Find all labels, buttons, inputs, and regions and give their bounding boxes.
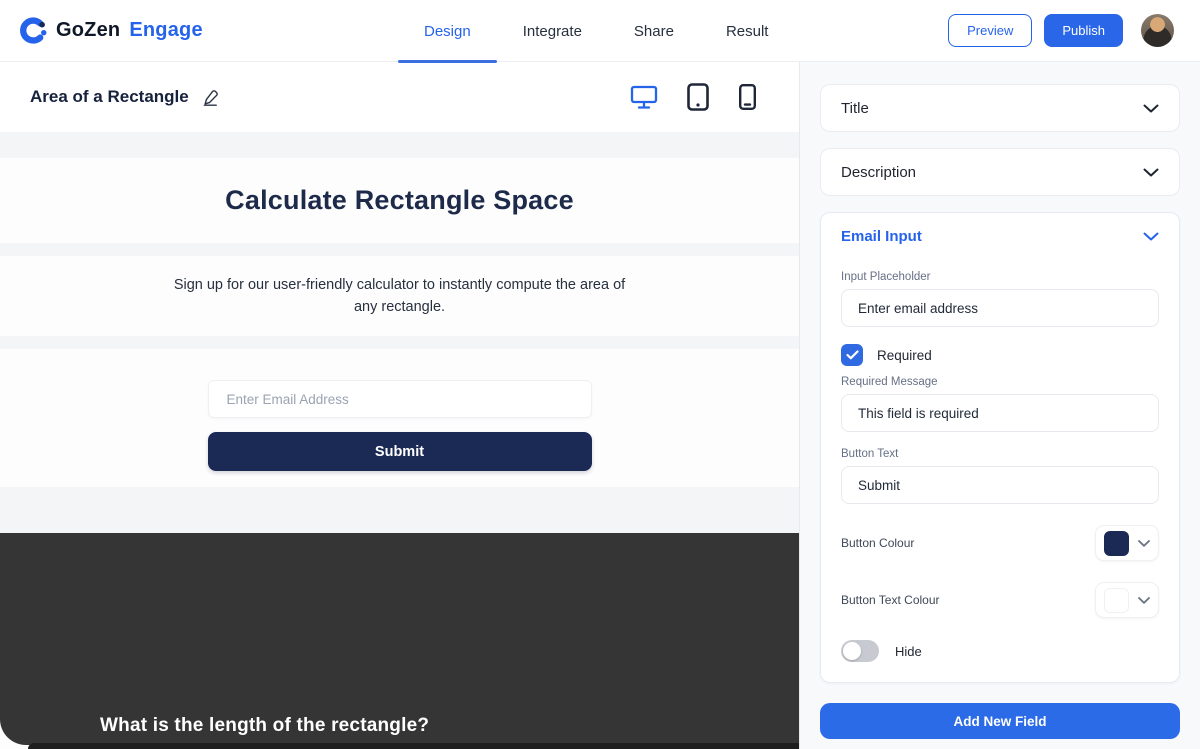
brand-name: GoZen <box>56 19 120 42</box>
publish-button[interactable]: Publish <box>1044 14 1123 47</box>
toggle-knob <box>843 642 861 660</box>
device-switcher <box>630 82 769 112</box>
main-tabs: Design Integrate Share Result <box>398 0 794 62</box>
question-block[interactable]: What is the length of the rectangle? <box>0 533 799 749</box>
email-input-section-header[interactable]: Email Input <box>821 213 1179 259</box>
title-section-header[interactable]: Title <box>821 85 1179 131</box>
button-colour-swatch <box>1104 531 1129 556</box>
email-input-section-card: Email Input Input Placeholder Required <box>820 212 1180 683</box>
form-name: Area of a Rectangle <box>30 87 189 107</box>
button-text-colour-label: Button Text Colour <box>841 593 940 607</box>
button-text-label: Button Text <box>841 448 1159 460</box>
title-section-card: Title <box>820 84 1180 132</box>
app-root: GoZen Engage Design Integrate Share Resu… <box>0 0 1200 749</box>
mobile-device-icon[interactable] <box>738 83 757 111</box>
input-placeholder-field[interactable] <box>841 289 1159 327</box>
chevron-down-icon <box>1143 168 1159 177</box>
required-message-field[interactable] <box>841 394 1159 432</box>
required-checkbox[interactable] <box>841 344 863 366</box>
chevron-down-icon <box>1143 104 1159 113</box>
canvas-toolbar: Area of a Rectangle <box>0 62 799 132</box>
hide-label: Hide <box>895 644 922 659</box>
button-text-field[interactable] <box>841 466 1159 504</box>
gozen-logo-icon <box>18 16 47 45</box>
required-row: Required <box>841 344 1159 366</box>
question-text: What is the length of the rectangle? <box>100 715 429 737</box>
form-description-text: Sign up for our user-friendly calculator… <box>165 274 635 319</box>
button-colour-row: Button Colour <box>841 525 1159 561</box>
chevron-down-icon <box>1138 540 1150 547</box>
add-new-field-button[interactable]: Add New Field <box>820 703 1180 739</box>
button-text-colour-row: Button Text Colour <box>841 582 1159 618</box>
button-colour-label: Button Colour <box>841 536 914 550</box>
settings-sidebar: Title Description Email Input <box>800 62 1200 749</box>
hide-toggle[interactable] <box>841 640 879 662</box>
required-label: Required <box>877 348 932 363</box>
next-section-edge <box>28 743 799 749</box>
workspace: Area of a Rectangle <box>0 62 1200 749</box>
desktop-device-icon[interactable] <box>630 84 658 110</box>
form-description-block[interactable]: Sign up for our user-friendly calculator… <box>0 256 799 336</box>
brand-logo[interactable]: GoZen Engage <box>0 16 203 45</box>
form-submit-button[interactable]: Submit <box>208 432 592 471</box>
section-gap <box>0 243 799 256</box>
tab-share[interactable]: Share <box>608 0 700 62</box>
brand-suffix: Engage <box>129 19 202 42</box>
hide-row: Hide <box>841 640 1159 662</box>
form-title-text: Calculate Rectangle Space <box>225 185 574 216</box>
question-card <box>0 533 799 745</box>
email-address-input[interactable] <box>208 380 592 418</box>
tab-result[interactable]: Result <box>700 0 795 62</box>
preview-button[interactable]: Preview <box>948 14 1032 47</box>
tablet-device-icon[interactable] <box>686 82 710 112</box>
chevron-down-icon <box>1138 597 1150 604</box>
email-input-section-label: Email Input <box>841 228 922 245</box>
button-text-colour-swatch <box>1104 588 1129 613</box>
tab-design[interactable]: Design <box>398 0 497 62</box>
button-text-colour-picker[interactable] <box>1095 582 1159 618</box>
section-gap <box>0 487 799 533</box>
form-title-block[interactable]: Calculate Rectangle Space <box>0 158 799 243</box>
section-gap <box>0 132 799 158</box>
description-section-card: Description <box>820 148 1180 196</box>
button-colour-picker[interactable] <box>1095 525 1159 561</box>
description-section-label: Description <box>841 164 916 181</box>
form-canvas: Area of a Rectangle <box>0 62 800 749</box>
title-section-label: Title <box>841 100 869 117</box>
description-section-header[interactable]: Description <box>821 149 1179 195</box>
user-avatar[interactable] <box>1141 14 1174 47</box>
tab-integrate[interactable]: Integrate <box>497 0 608 62</box>
top-actions: Preview Publish <box>948 14 1200 47</box>
email-input-section-body: Input Placeholder Required Required Mess… <box>821 259 1179 682</box>
top-bar: GoZen Engage Design Integrate Share Resu… <box>0 0 1200 62</box>
email-signup-block: Submit <box>0 349 799 487</box>
edit-pencil-icon[interactable] <box>201 88 220 107</box>
input-placeholder-label: Input Placeholder <box>841 271 1159 283</box>
chevron-down-icon <box>1143 232 1159 241</box>
section-gap <box>0 336 799 349</box>
required-message-label: Required Message <box>841 376 1159 388</box>
